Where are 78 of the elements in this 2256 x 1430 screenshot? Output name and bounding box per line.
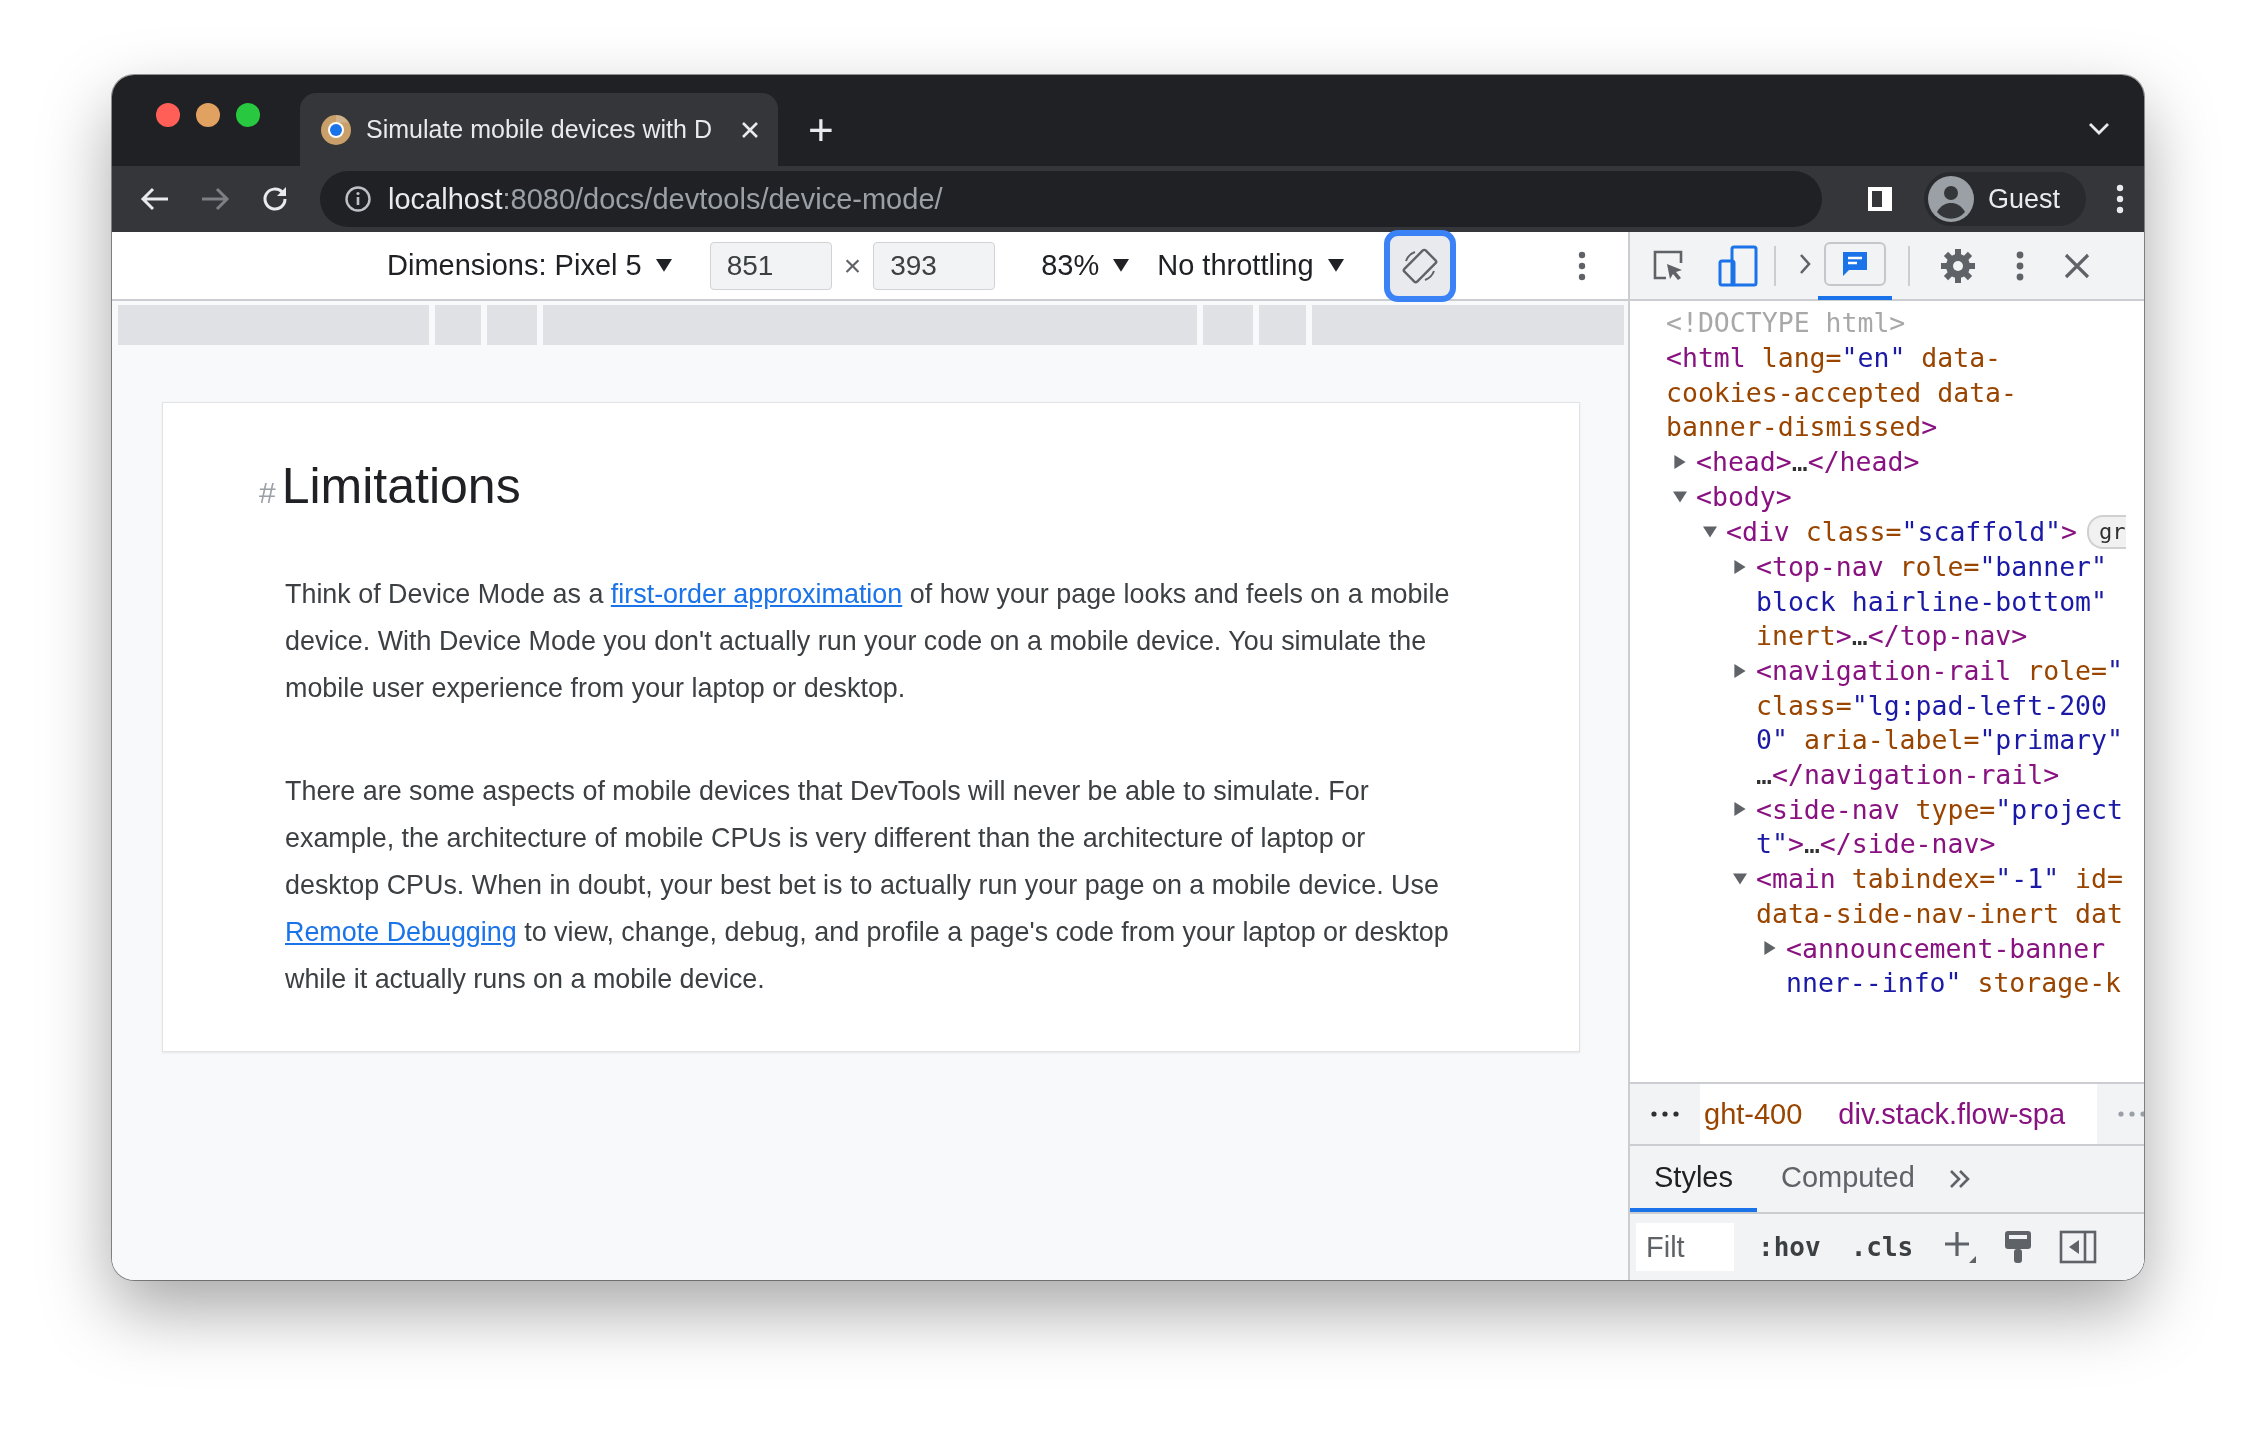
expanded-triangle-icon[interactable] <box>1733 871 1747 886</box>
class-toggle-button[interactable]: .cls <box>1850 1232 1914 1262</box>
dom-code-line: nner--info" storage-k <box>1786 967 2122 999</box>
dom-code-line: …</navigation-rail> <box>1756 758 2060 790</box>
dom-code-line: banner-dismissed> <box>1666 411 1938 443</box>
expanded-triangle-icon[interactable] <box>1673 489 1687 504</box>
section-heading: Limitations <box>281 457 521 515</box>
expanded-triangle-icon[interactable] <box>1703 524 1717 539</box>
close-icon[interactable] <box>2064 252 2090 279</box>
back-arrow-icon[interactable] <box>140 186 170 212</box>
more-options-icon[interactable] <box>2016 250 2024 281</box>
browser-logo-icon <box>320 113 352 146</box>
zoom-dropdown[interactable]: 83% <box>1041 249 1130 282</box>
dom-code-line: <side-nav type="project <box>1756 793 2123 825</box>
avatar-icon <box>1927 176 1974 222</box>
height-input[interactable]: 393 <box>873 241 996 290</box>
text-link[interactable]: first-order approximation <box>610 579 903 609</box>
dom-code-line: <body> <box>1696 481 1792 513</box>
rotate-button[interactable] <box>1383 229 1456 302</box>
paint-brush-icon[interactable] <box>2003 1229 2034 1265</box>
dom-code-line: <!DOCTYPE html> <box>1666 307 1906 339</box>
dom-code-line: <html lang="en" data- <box>1666 342 2002 374</box>
collapsed-triangle-icon[interactable] <box>1763 941 1777 956</box>
collapsed-triangle-icon[interactable] <box>1733 802 1747 817</box>
maximize-window-button[interactable] <box>236 102 260 127</box>
profile-button[interactable]: Guest <box>1923 172 2086 226</box>
dom-code-line: t">…</side-nav> <box>1756 828 1996 860</box>
collapsed-triangle-icon[interactable] <box>1733 559 1747 574</box>
times-sign: × <box>843 248 862 283</box>
grid-badge[interactable]: gr <box>2087 514 2126 549</box>
text-link[interactable]: Remote Debugging <box>285 917 517 947</box>
tab-title: Simulate mobile devices with D <box>366 115 713 144</box>
minimize-window-button[interactable] <box>196 102 220 127</box>
dom-code-line: <navigation-rail role=" <box>1756 655 2123 687</box>
width-input[interactable]: 851 <box>709 241 832 290</box>
close-window-button[interactable] <box>156 102 180 127</box>
collapsed-triangle-icon[interactable] <box>1733 663 1747 678</box>
sidebar-tab[interactable]: Computed <box>1757 1146 1939 1212</box>
rotate-icon <box>1400 246 1439 285</box>
device-toggle-icon[interactable] <box>1718 244 1758 287</box>
caret-icon <box>1327 259 1344 272</box>
more-options-icon[interactable] <box>1578 250 1586 281</box>
dom-code-line: cookies-accepted data- <box>1666 376 2017 408</box>
side-panel-icon[interactable] <box>1865 185 1894 213</box>
filter-input[interactable]: Filt <box>1636 1223 1734 1271</box>
browser-tab[interactable]: Simulate mobile devices with D <box>300 93 778 166</box>
url-text: localhost:8080/docs/devtools/device-mode/ <box>388 182 943 216</box>
dom-code-line: block hairline-bottom" <box>1756 585 2107 617</box>
dom-code-line: <main tabindex="-1" id= <box>1756 863 2123 895</box>
sidebar-toggle-icon[interactable] <box>2059 1230 2098 1264</box>
caret-icon <box>1113 259 1130 272</box>
dom-code-line: <top-nav role="banner" <box>1756 551 2107 583</box>
dom-code-line: <head>…</head> <box>1696 446 1920 478</box>
caret-icon <box>655 259 672 272</box>
dom-code-line: data-side-nav-inert dat <box>1756 897 2123 929</box>
dom-code-line: <div class="scaffold"> <box>1726 516 2078 548</box>
device-dropdown[interactable]: Dimensions: Pixel 5 <box>387 249 672 282</box>
tab-search-chevron-icon[interactable] <box>2088 122 2110 136</box>
breadcrumb-item[interactable]: div.stack.flow-spa <box>1834 1097 2066 1131</box>
info-icon[interactable] <box>344 185 372 213</box>
ellipsis-icon <box>1650 1111 1680 1117</box>
body-paragraph: There are some aspects of mobile devices that DevTools will never be able to simulate. For example, the architecture of mobile CPUs is very different than the architecture of laptop or desktop CPUs. When in doubt, your best bet is to actually run your page on a mobile device. Use Remote Debugging to view, change, debug, and profile a page's code from your laptop or desktop while it actually runs on a mobile device. <box>285 775 1450 996</box>
close-tab-icon[interactable] <box>740 119 760 140</box>
new-tab-button[interactable]: + <box>808 108 834 152</box>
throttling-dropdown[interactable]: No throttling <box>1157 249 1344 282</box>
ellipsis-icon <box>2117 1111 2144 1117</box>
collapsed-triangle-icon[interactable] <box>1673 454 1687 469</box>
dom-code-line: inert>…</top-nav> <box>1756 620 2028 652</box>
hover-state-button[interactable]: :hov <box>1758 1232 1821 1262</box>
address-bar[interactable]: localhost:8080/docs/devtools/device-mode/ <box>320 171 1822 227</box>
body-paragraph: Think of Device Mode as a first-order approximation of how your page looks and feels on a mobile device. With Device Mode you don't actually run your code on a mobile device. You simulate the mobile user experience from your laptop or desktop. <box>285 578 1451 705</box>
breadcrumb-item[interactable]: ght-400 <box>1700 1097 1803 1131</box>
menu-icon[interactable] <box>2116 184 2124 214</box>
dom-code-line: class="lg:pad-left-200 <box>1756 689 2107 721</box>
dom-code-line: <announcement-banner <box>1786 932 2106 964</box>
dom-code-line: 0" aria-label="primary" <box>1756 724 2123 756</box>
settings-icon[interactable] <box>1940 247 1976 284</box>
add-rule-icon[interactable] <box>1943 1230 1978 1264</box>
